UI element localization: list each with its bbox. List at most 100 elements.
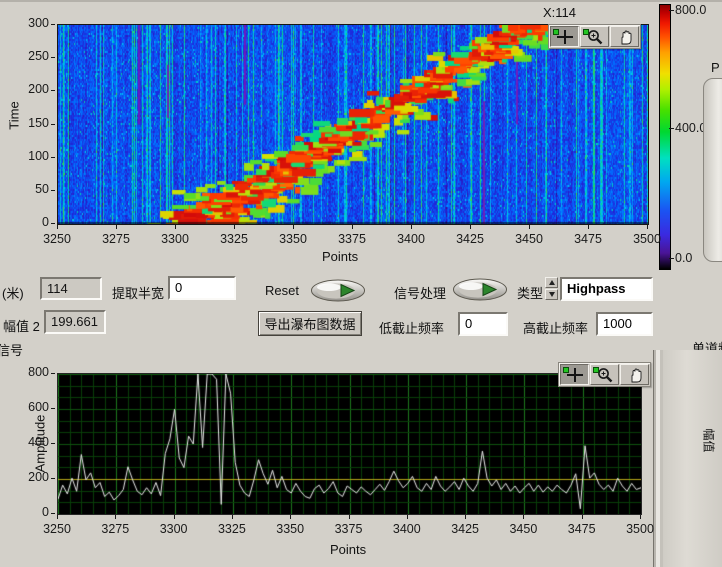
x-tick-label: 3375 <box>333 522 365 536</box>
y-tick-mark <box>51 157 55 158</box>
x-tick-label: 3300 <box>158 522 190 536</box>
y-tick-mark <box>51 24 55 25</box>
amplitude2-label: 幅值 2 <box>3 316 40 335</box>
amplitude2-value-display: 199.661 <box>44 310 106 334</box>
x-tick-mark <box>116 225 117 229</box>
crosshair-tool-button[interactable] <box>550 26 579 47</box>
reset-label: Reset <box>265 283 299 298</box>
y-tick-mark <box>51 478 55 479</box>
y-tick-mark <box>51 223 55 224</box>
rotated-amplitude-label: 幅值 <box>701 428 718 452</box>
application-window: Time X:114 800.0 400.0 0.0 <box>0 0 722 567</box>
x-tick-mark <box>352 225 353 229</box>
distance-unit-label: (米) <box>2 283 24 302</box>
pan-tool-button[interactable] <box>620 364 649 385</box>
increment-icon[interactable] <box>545 277 558 288</box>
signal-graph-palette <box>558 362 651 387</box>
reset-toggle-button[interactable] <box>310 279 366 307</box>
y-tick-label: 0 <box>13 505 49 519</box>
tool-active-indicator <box>563 367 569 373</box>
right-edge-slider[interactable] <box>703 78 722 262</box>
x-tick-label: 3325 <box>216 522 248 536</box>
y-tick-label: 800 <box>13 365 49 379</box>
colorbar-tick <box>669 258 674 259</box>
x-tick-label: 3400 <box>391 522 423 536</box>
signal-x-axis-label: Points <box>330 542 366 557</box>
y-tick-label: 300 <box>13 16 49 30</box>
crosshair-tool-button[interactable] <box>560 364 589 385</box>
x-tick-mark <box>647 225 648 229</box>
tool-indicator <box>583 29 589 35</box>
x-tick-label: 3450 <box>513 232 545 246</box>
y-tick-mark <box>51 124 55 125</box>
clipped-right-label-p: P <box>711 60 720 75</box>
y-tick-mark <box>51 513 55 514</box>
decrement-icon[interactable] <box>545 289 558 300</box>
y-tick-mark <box>51 373 55 374</box>
y-tick-label: 0 <box>13 215 49 229</box>
x-tick-mark <box>523 515 524 519</box>
x-tick-label: 3325 <box>218 232 250 246</box>
x-tick-mark <box>115 515 116 519</box>
x-tick-mark <box>293 225 294 229</box>
window-top-edge <box>0 0 722 2</box>
type-label: 类型 <box>517 283 543 302</box>
x-tick-mark <box>470 225 471 229</box>
y-tick-mark <box>51 190 55 191</box>
low-cutoff-input[interactable]: 0 <box>458 312 508 336</box>
x-tick-mark <box>234 225 235 229</box>
high-cutoff-input[interactable]: 1000 <box>596 312 653 336</box>
x-tick-label: 3350 <box>277 232 309 246</box>
x-tick-mark <box>232 515 233 519</box>
waterfall-plot[interactable] <box>57 24 649 225</box>
high-cutoff-label: 高截止频率 <box>523 318 588 337</box>
x-tick-label: 3350 <box>274 522 306 536</box>
y-tick-mark <box>51 57 55 58</box>
tool-active-indicator <box>553 29 559 35</box>
waterfall-graph-palette <box>548 24 641 49</box>
x-tick-label: 3250 <box>41 232 73 246</box>
cursor-readout: X:114 <box>543 5 576 20</box>
colorbar <box>659 4 671 270</box>
y-tick-label: 200 <box>13 470 49 484</box>
x-tick-label: 3300 <box>159 232 191 246</box>
filter-type-combo[interactable]: Highpass <box>560 277 653 301</box>
colorbar-tick <box>669 10 674 11</box>
x-tick-label: 3275 <box>100 232 132 246</box>
x-tick-label: 3250 <box>41 522 73 536</box>
zoom-tool-button[interactable] <box>580 26 609 47</box>
x-tick-label: 3500 <box>631 232 663 246</box>
distance-value-display: 114 <box>40 277 102 300</box>
signal-plot[interactable] <box>57 373 642 515</box>
colorbar-min-label: 0.0 <box>675 251 692 265</box>
signal-processing-toggle-button[interactable] <box>452 278 508 306</box>
x-tick-mark <box>411 225 412 229</box>
y-tick-label: 400 <box>13 435 49 449</box>
pan-tool-button[interactable] <box>610 26 639 47</box>
low-cutoff-label: 低截止频率 <box>379 318 444 337</box>
x-tick-label: 3425 <box>449 522 481 536</box>
type-spinner[interactable] <box>545 277 558 301</box>
x-tick-mark <box>407 515 408 519</box>
x-tick-mark <box>174 515 175 519</box>
y-tick-mark <box>51 408 55 409</box>
y-tick-label: 150 <box>13 116 49 130</box>
y-tick-label: 250 <box>13 49 49 63</box>
x-tick-label: 3425 <box>454 232 486 246</box>
half-width-input[interactable]: 0 <box>168 276 236 300</box>
x-tick-mark <box>175 225 176 229</box>
x-tick-label: 3400 <box>395 232 427 246</box>
export-waterfall-data-button[interactable]: 导出瀑布图数据 <box>258 311 362 336</box>
y-tick-label: 200 <box>13 82 49 96</box>
x-tick-label: 3275 <box>99 522 131 536</box>
zoom-tool-button[interactable] <box>590 364 619 385</box>
half-width-label: 提取半宽 <box>112 283 164 302</box>
colorbar-max-label: 800.0 <box>675 3 706 17</box>
pan-hand-icon <box>615 29 635 45</box>
x-tick-label: 3475 <box>566 522 598 536</box>
x-tick-mark <box>582 515 583 519</box>
signal-processing-label: 信号处理 <box>394 283 446 302</box>
colorbar-tick <box>669 128 674 129</box>
x-tick-label: 3375 <box>336 232 368 246</box>
x-tick-mark <box>57 515 58 519</box>
